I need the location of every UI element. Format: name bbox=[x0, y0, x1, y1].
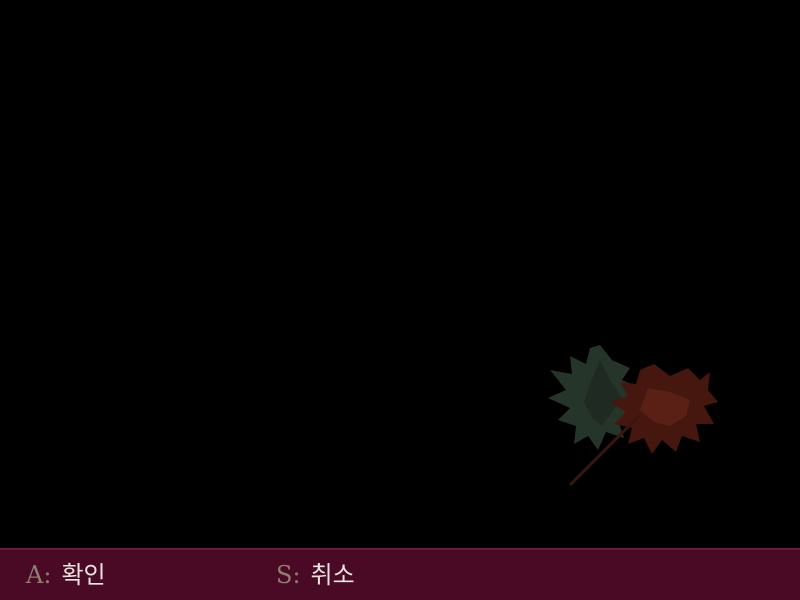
control-hint-bar: A : 확인 S : 취소 bbox=[0, 548, 800, 600]
cancel-label: 취소 bbox=[310, 561, 355, 589]
maple-leaves-icon bbox=[548, 345, 718, 487]
confirm-hint[interactable]: A : 확인 bbox=[26, 560, 106, 590]
confirm-separator: : bbox=[43, 561, 52, 589]
cancel-separator: : bbox=[292, 561, 301, 589]
game-scene bbox=[0, 0, 800, 548]
cancel-hint[interactable]: S : 취소 bbox=[276, 560, 355, 590]
confirm-label: 확인 bbox=[61, 561, 106, 589]
confirm-key: A bbox=[26, 561, 44, 589]
cancel-key: S bbox=[276, 561, 293, 589]
